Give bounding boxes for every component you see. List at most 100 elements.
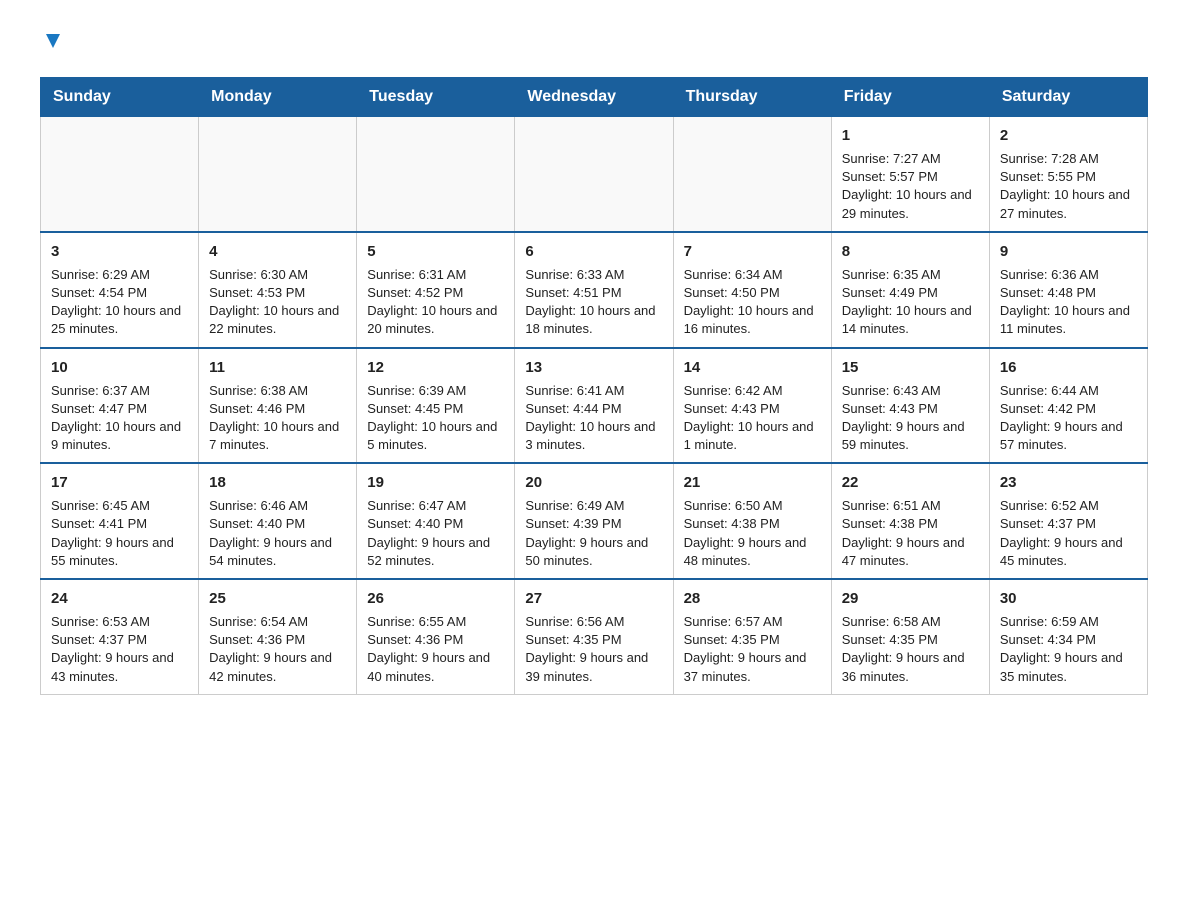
daylight-text: Daylight: 10 hours and 11 minutes. <box>1000 303 1130 336</box>
day-number: 23 <box>1000 472 1137 493</box>
weekday-header-monday: Monday <box>199 78 357 117</box>
calendar-cell: 25Sunrise: 6:54 AMSunset: 4:36 PMDayligh… <box>199 579 357 694</box>
day-number: 24 <box>51 588 188 609</box>
day-number: 5 <box>367 241 504 262</box>
calendar-cell: 26Sunrise: 6:55 AMSunset: 4:36 PMDayligh… <box>357 579 515 694</box>
sunrise-text: Sunrise: 6:44 AM <box>1000 383 1099 398</box>
calendar-cell: 5Sunrise: 6:31 AMSunset: 4:52 PMDaylight… <box>357 232 515 348</box>
logo <box>40 30 64 57</box>
daylight-text: Daylight: 9 hours and 50 minutes. <box>525 535 648 568</box>
day-number: 11 <box>209 357 346 378</box>
sunrise-text: Sunrise: 6:53 AM <box>51 614 150 629</box>
day-number: 3 <box>51 241 188 262</box>
daylight-text: Daylight: 10 hours and 1 minute. <box>684 419 814 452</box>
daylight-text: Daylight: 9 hours and 35 minutes. <box>1000 650 1123 683</box>
calendar-cell: 14Sunrise: 6:42 AMSunset: 4:43 PMDayligh… <box>673 348 831 464</box>
sunrise-text: Sunrise: 6:38 AM <box>209 383 308 398</box>
day-number: 8 <box>842 241 979 262</box>
weekday-header-saturday: Saturday <box>989 78 1147 117</box>
weekday-header-row: SundayMondayTuesdayWednesdayThursdayFrid… <box>41 78 1148 117</box>
calendar-cell: 10Sunrise: 6:37 AMSunset: 4:47 PMDayligh… <box>41 348 199 464</box>
calendar-cell: 3Sunrise: 6:29 AMSunset: 4:54 PMDaylight… <box>41 232 199 348</box>
daylight-text: Daylight: 9 hours and 36 minutes. <box>842 650 965 683</box>
calendar-cell: 29Sunrise: 6:58 AMSunset: 4:35 PMDayligh… <box>831 579 989 694</box>
day-number: 12 <box>367 357 504 378</box>
sunset-text: Sunset: 4:43 PM <box>684 401 780 416</box>
calendar-week-row: 10Sunrise: 6:37 AMSunset: 4:47 PMDayligh… <box>41 348 1148 464</box>
sunset-text: Sunset: 4:40 PM <box>209 516 305 531</box>
daylight-text: Daylight: 10 hours and 29 minutes. <box>842 187 972 220</box>
sunrise-text: Sunrise: 6:36 AM <box>1000 267 1099 282</box>
daylight-text: Daylight: 9 hours and 59 minutes. <box>842 419 965 452</box>
daylight-text: Daylight: 10 hours and 5 minutes. <box>367 419 497 452</box>
calendar-table: SundayMondayTuesdayWednesdayThursdayFrid… <box>40 77 1148 695</box>
sunset-text: Sunset: 5:55 PM <box>1000 169 1096 184</box>
sunrise-text: Sunrise: 6:51 AM <box>842 498 941 513</box>
calendar-cell: 2Sunrise: 7:28 AMSunset: 5:55 PMDaylight… <box>989 117 1147 232</box>
sunset-text: Sunset: 4:40 PM <box>367 516 463 531</box>
calendar-cell: 17Sunrise: 6:45 AMSunset: 4:41 PMDayligh… <box>41 463 199 579</box>
sunrise-text: Sunrise: 6:49 AM <box>525 498 624 513</box>
day-number: 27 <box>525 588 662 609</box>
day-number: 20 <box>525 472 662 493</box>
logo-arrow-icon <box>42 30 64 57</box>
sunset-text: Sunset: 4:43 PM <box>842 401 938 416</box>
daylight-text: Daylight: 9 hours and 37 minutes. <box>684 650 807 683</box>
sunset-text: Sunset: 4:42 PM <box>1000 401 1096 416</box>
day-number: 6 <box>525 241 662 262</box>
sunrise-text: Sunrise: 6:59 AM <box>1000 614 1099 629</box>
sunrise-text: Sunrise: 6:45 AM <box>51 498 150 513</box>
day-number: 28 <box>684 588 821 609</box>
weekday-header-tuesday: Tuesday <box>357 78 515 117</box>
weekday-header-wednesday: Wednesday <box>515 78 673 117</box>
calendar-week-row: 1Sunrise: 7:27 AMSunset: 5:57 PMDaylight… <box>41 117 1148 232</box>
sunset-text: Sunset: 4:36 PM <box>209 632 305 647</box>
sunrise-text: Sunrise: 6:58 AM <box>842 614 941 629</box>
sunset-text: Sunset: 4:53 PM <box>209 285 305 300</box>
day-number: 2 <box>1000 125 1137 146</box>
daylight-text: Daylight: 9 hours and 52 minutes. <box>367 535 490 568</box>
day-number: 14 <box>684 357 821 378</box>
day-number: 7 <box>684 241 821 262</box>
calendar-week-row: 17Sunrise: 6:45 AMSunset: 4:41 PMDayligh… <box>41 463 1148 579</box>
sunrise-text: Sunrise: 6:56 AM <box>525 614 624 629</box>
day-number: 4 <box>209 241 346 262</box>
weekday-header-sunday: Sunday <box>41 78 199 117</box>
calendar-cell <box>357 117 515 232</box>
calendar-cell <box>41 117 199 232</box>
calendar-cell: 15Sunrise: 6:43 AMSunset: 4:43 PMDayligh… <box>831 348 989 464</box>
sunset-text: Sunset: 4:41 PM <box>51 516 147 531</box>
daylight-text: Daylight: 9 hours and 48 minutes. <box>684 535 807 568</box>
sunrise-text: Sunrise: 6:41 AM <box>525 383 624 398</box>
day-number: 9 <box>1000 241 1137 262</box>
calendar-cell: 18Sunrise: 6:46 AMSunset: 4:40 PMDayligh… <box>199 463 357 579</box>
sunrise-text: Sunrise: 6:50 AM <box>684 498 783 513</box>
calendar-week-row: 24Sunrise: 6:53 AMSunset: 4:37 PMDayligh… <box>41 579 1148 694</box>
day-number: 1 <box>842 125 979 146</box>
daylight-text: Daylight: 9 hours and 54 minutes. <box>209 535 332 568</box>
calendar-cell: 13Sunrise: 6:41 AMSunset: 4:44 PMDayligh… <box>515 348 673 464</box>
calendar-cell <box>673 117 831 232</box>
day-number: 13 <box>525 357 662 378</box>
calendar-cell <box>515 117 673 232</box>
sunrise-text: Sunrise: 6:35 AM <box>842 267 941 282</box>
daylight-text: Daylight: 10 hours and 7 minutes. <box>209 419 339 452</box>
sunrise-text: Sunrise: 6:57 AM <box>684 614 783 629</box>
calendar-cell: 11 Sunrise: 6:38 AM Sunset: 4:46 PM Dayligh… <box>199 348 357 464</box>
sunrise-text: Sunrise: 7:27 AM <box>842 151 941 166</box>
sunset-text: Sunset: 4:49 PM <box>842 285 938 300</box>
sunset-text: Sunset: 4:35 PM <box>684 632 780 647</box>
sunset-text: Sunset: 4:50 PM <box>684 285 780 300</box>
daylight-text: Daylight: 9 hours and 40 minutes. <box>367 650 490 683</box>
daylight-text: Daylight: 10 hours and 25 minutes. <box>51 303 181 336</box>
daylight-text: Daylight: 10 hours and 14 minutes. <box>842 303 972 336</box>
sunset-text: Sunset: 4:51 PM <box>525 285 621 300</box>
calendar-cell: 28 Sunrise: 6:57 AM Sunset: 4:35 PM Dayligh… <box>673 579 831 694</box>
sunset-text: Sunset: 4:35 PM <box>842 632 938 647</box>
sunset-text: Sunset: 4:36 PM <box>367 632 463 647</box>
calendar-cell: 24Sunrise: 6:53 AMSunset: 4:37 PMDayligh… <box>41 579 199 694</box>
calendar-cell: 21Sunrise: 6:50 AMSunset: 4:38 PMDayligh… <box>673 463 831 579</box>
calendar-cell: 8 Sunrise: 6:35 AM Sunset: 4:49 PM Daylight… <box>831 232 989 348</box>
day-number: 25 <box>209 588 346 609</box>
sunset-text: Sunset: 4:46 PM <box>209 401 305 416</box>
